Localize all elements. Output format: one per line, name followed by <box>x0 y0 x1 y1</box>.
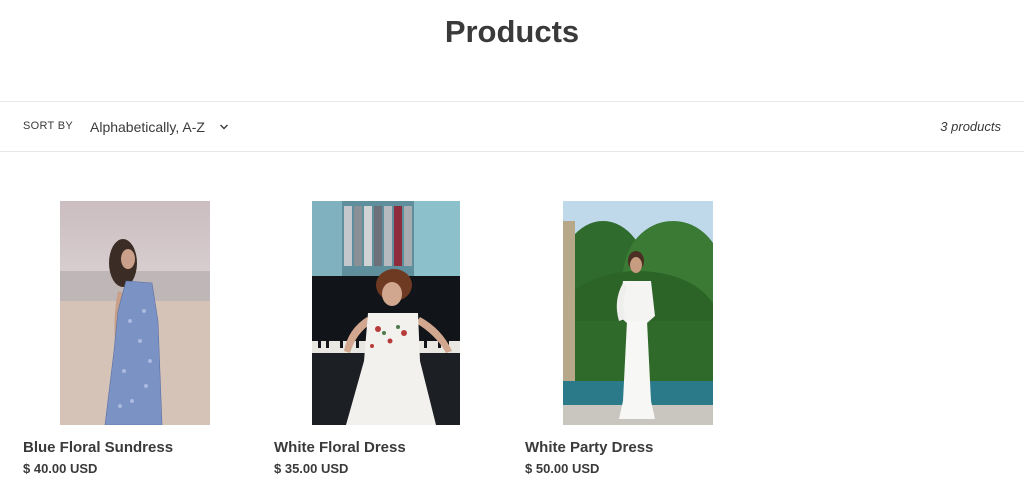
product-price: $ 50.00 USD <box>525 461 600 476</box>
sort-select[interactable]: Alphabetically, A-Z <box>90 116 230 138</box>
product-image-piano[interactable] <box>312 201 460 425</box>
product-name[interactable]: White Floral Dress <box>274 439 406 456</box>
product-price: $ 35.00 USD <box>274 461 349 476</box>
sort-value[interactable]: Alphabetically, A-Z <box>90 119 205 135</box>
product-name[interactable]: White Party Dress <box>525 439 653 456</box>
product-image-garden[interactable] <box>563 201 713 425</box>
product-name[interactable]: Blue Floral Sundress <box>23 439 173 456</box>
filter-bar: SORT BY Alphabetically, A-Z 3 products <box>0 101 1024 152</box>
chevron-down-icon[interactable] <box>218 121 230 133</box>
product-price: $ 40.00 USD <box>23 461 98 476</box>
sort-label: SORT BY <box>23 120 73 132</box>
page-title: Products <box>444 14 580 49</box>
product-count: 3 products <box>940 119 1001 134</box>
product-image-beach[interactable] <box>60 201 210 425</box>
